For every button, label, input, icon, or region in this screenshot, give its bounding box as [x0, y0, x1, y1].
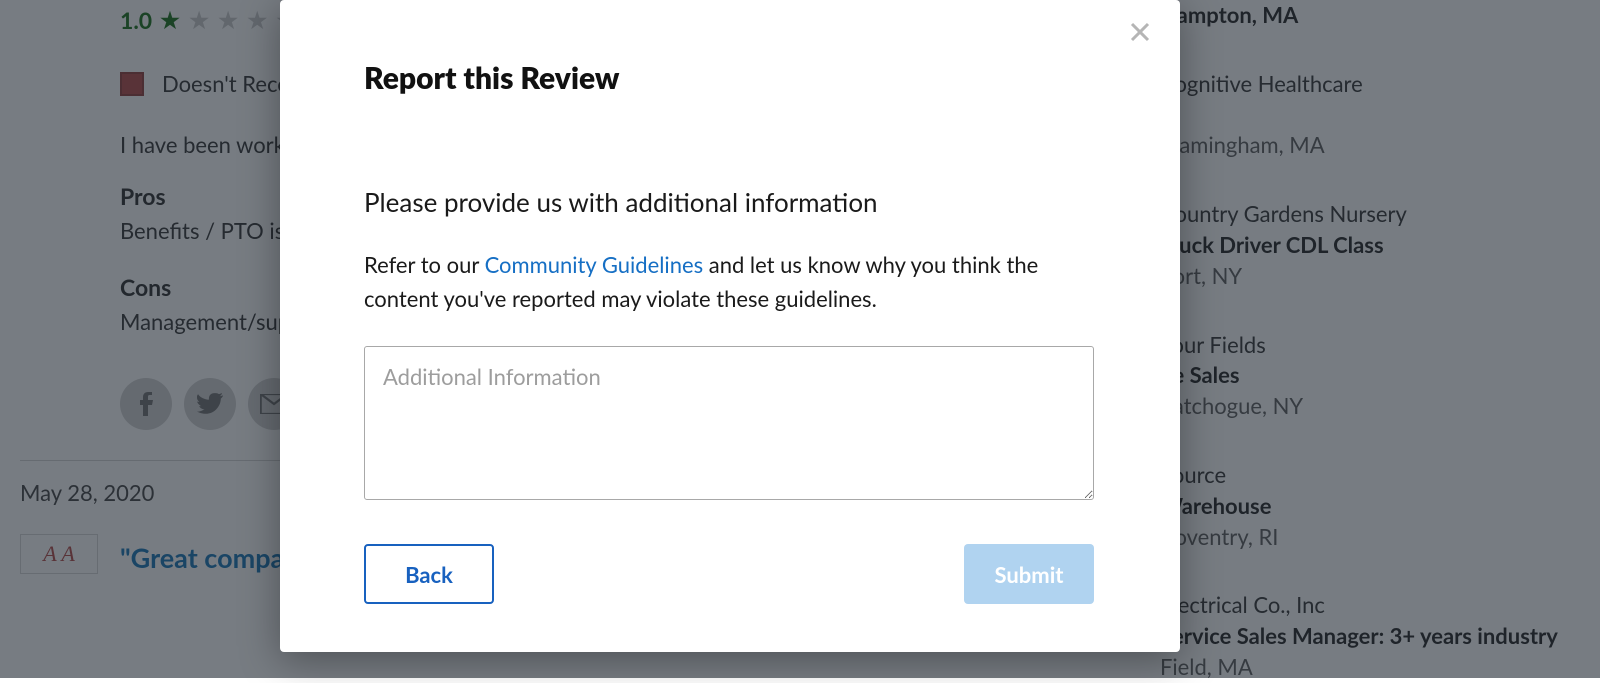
close-icon[interactable] — [1122, 14, 1158, 50]
modal-button-row: Back Submit — [364, 544, 1094, 604]
modal-subtitle: Please provide us with additional inform… — [364, 186, 1096, 218]
report-review-modal: Report this Review Please provide us wit… — [280, 0, 1180, 652]
submit-button[interactable]: Submit — [964, 544, 1094, 604]
community-guidelines-link[interactable]: Community Guidelines — [485, 251, 704, 278]
modal-title: Report this Review — [364, 60, 1096, 96]
back-button[interactable]: Back — [364, 544, 494, 604]
modal-description: Refer to our Community Guidelines and le… — [364, 248, 1096, 316]
additional-info-input[interactable] — [364, 346, 1094, 500]
modal-desc-pre: Refer to our — [364, 251, 485, 278]
